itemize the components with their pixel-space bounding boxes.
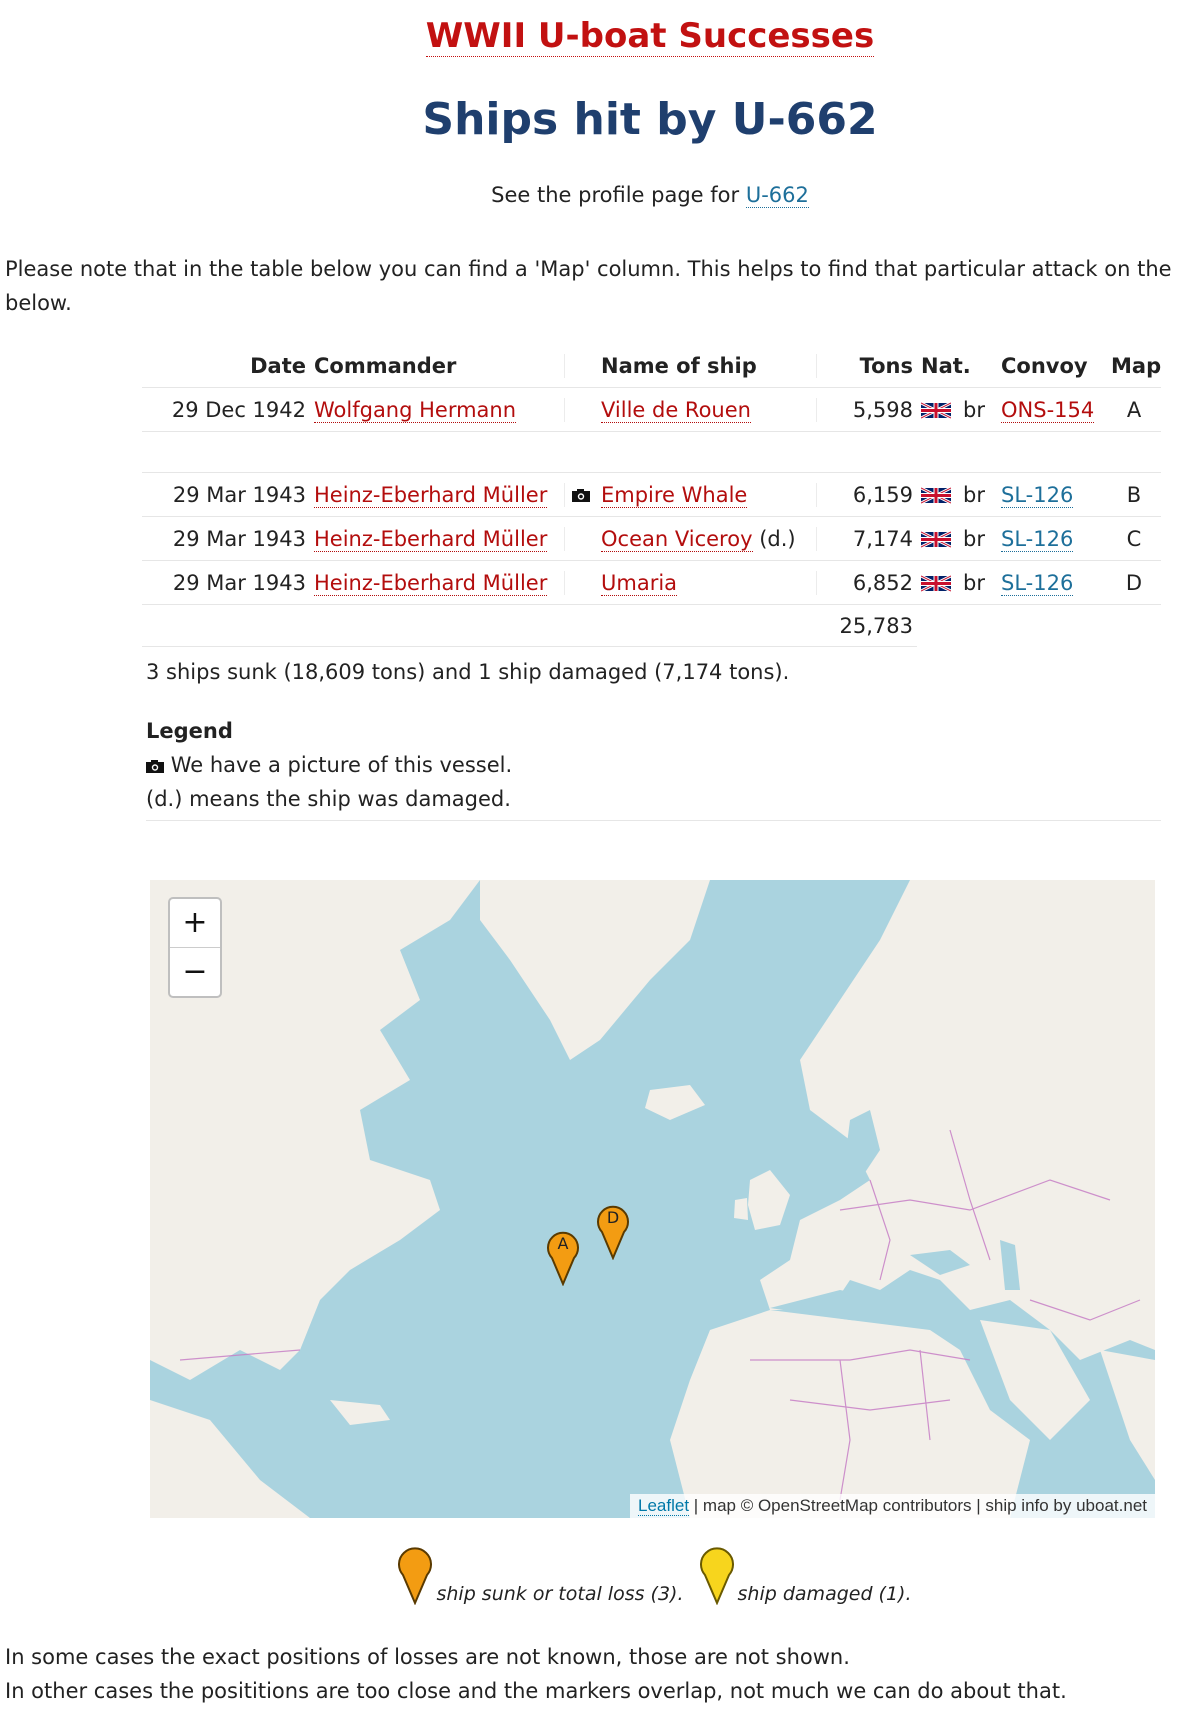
summary-text: 3 ships sunk (18,609 tons) and 1 ship da… — [146, 660, 790, 684]
col-commander: Commander — [310, 353, 565, 378]
row-date: 29 Dec 1942 — [171, 397, 306, 422]
table-row: 29 Mar 1943 Heinz-Eberhard Müller Ocean … — [142, 517, 1161, 561]
footer-line-2: In other cases the posititions are too c… — [5, 1679, 1067, 1703]
map-letter: B — [1126, 482, 1142, 507]
nationality: br — [963, 526, 985, 551]
row-tons: 7,174 — [852, 526, 913, 551]
convoy-link[interactable]: SL-126 — [1001, 482, 1074, 508]
leaflet-link[interactable]: Leaflet — [638, 1496, 690, 1516]
col-ship: Name of ship — [597, 353, 817, 378]
nationality: br — [963, 397, 985, 422]
table-row: 29 Mar 1943 Heinz-Eberhard Müller Empire… — [142, 473, 1161, 517]
row-tons: 5,598 — [852, 397, 913, 422]
damaged-marker-icon — [699, 1547, 734, 1605]
convoy-link[interactable]: SL-126 — [1001, 526, 1074, 552]
col-map: Map — [1111, 353, 1162, 378]
col-date: Date — [250, 353, 306, 378]
map[interactable]: + − A D Leaflet | map © OpenStreetMap co… — [150, 880, 1155, 1518]
table-spacer — [142, 432, 1161, 473]
col-tons: Tons — [859, 353, 913, 378]
commander-link[interactable]: Heinz-Eberhard Müller — [314, 570, 548, 596]
map-attribution: Leaflet | map © OpenStreetMap contributo… — [630, 1494, 1155, 1518]
ship-link[interactable]: Umaria — [601, 570, 678, 596]
map-legend: ship sunk or total loss (3). ship damage… — [0, 1545, 1202, 1605]
row-date: 29 Mar 1943 — [172, 482, 306, 507]
attribution-text: | map © OpenStreetMap contributors | shi… — [693, 1496, 1147, 1515]
table-header-row: Date Commander Name of ship Tons Nat. Co… — [142, 344, 1161, 388]
legend-picture: We have a picture of this vessel. — [146, 748, 1161, 782]
row-date: 29 Mar 1943 — [172, 570, 306, 595]
footer-notes: In some cases the exact positions of los… — [5, 1640, 1067, 1708]
profile-prefix: See the profile page for — [491, 183, 740, 207]
ships-table: Date Commander Name of ship Tons Nat. Co… — [142, 344, 1161, 647]
marker-label: D — [607, 1208, 619, 1227]
nationality: br — [963, 482, 985, 507]
page-title: Ships hit by U-662 — [422, 94, 878, 145]
legend-damaged-text: (d.) means the ship was damaged. — [146, 787, 511, 811]
map-letter: D — [1125, 570, 1143, 595]
site-title: WWII U-boat Successes — [0, 16, 1202, 57]
map-letter: A — [1126, 397, 1142, 422]
row-date: 29 Mar 1943 — [172, 526, 306, 551]
camera-icon — [146, 759, 164, 773]
camera-icon — [572, 489, 590, 502]
zoom-control: + − — [168, 897, 222, 998]
row-tons: 6,852 — [852, 570, 913, 595]
ship-link[interactable]: Empire Whale — [601, 482, 748, 508]
total-row: 25,783 — [142, 605, 1161, 647]
legend-damaged-text: ship damaged (1). — [737, 1583, 912, 1605]
legend-sunk-text: ship sunk or total loss (3). — [436, 1583, 684, 1605]
legend: Legend We have a picture of this vessel.… — [146, 714, 1161, 821]
map-tiles — [150, 880, 1155, 1518]
ship-link[interactable]: Ocean Viceroy — [601, 526, 753, 552]
zoom-in-button[interactable]: + — [170, 899, 220, 947]
commander-link[interactable]: Wolfgang Hermann — [314, 397, 517, 423]
nationality: br — [963, 570, 985, 595]
map-marker-icon[interactable]: D — [597, 1202, 629, 1260]
table-row: 29 Dec 1942 Wolfgang Hermann Ville de Ro… — [142, 388, 1161, 432]
profile-line: See the profile page for U-662 — [0, 183, 1202, 208]
footer-line-1: In some cases the exact positions of los… — [5, 1645, 850, 1669]
uk-flag-icon — [921, 486, 951, 505]
site-title-link[interactable]: WWII U-boat Successes — [425, 16, 875, 57]
map-letter: C — [1126, 526, 1142, 551]
row-tons: 6,159 — [852, 482, 913, 507]
legend-picture-text: We have a picture of this vessel. — [170, 753, 513, 777]
table-row: 29 Mar 1943 Heinz-Eberhard Müller Umaria… — [142, 561, 1161, 605]
uk-flag-icon — [921, 530, 951, 549]
ship-link[interactable]: Ville de Rouen — [601, 397, 751, 423]
sunk-marker-icon — [398, 1547, 433, 1605]
commander-link[interactable]: Heinz-Eberhard Müller — [314, 482, 548, 508]
map-note: Please note that in the table below you … — [5, 257, 1172, 315]
zoom-out-button[interactable]: − — [170, 947, 220, 996]
total-tons: 25,783 — [142, 605, 917, 647]
col-convoy: Convoy — [1001, 353, 1088, 378]
damaged-mark: (d.) — [759, 526, 796, 551]
convoy-link[interactable]: SL-126 — [1001, 570, 1074, 596]
convoy-link[interactable]: ONS-154 — [1001, 397, 1095, 423]
uk-flag-icon — [921, 574, 951, 593]
uk-flag-icon — [921, 401, 951, 420]
col-nat: Nat. — [921, 353, 971, 378]
map-marker-icon[interactable]: A — [547, 1228, 579, 1286]
profile-link[interactable]: U-662 — [745, 183, 809, 208]
marker-label: A — [558, 1234, 569, 1253]
commander-link[interactable]: Heinz-Eberhard Müller — [314, 526, 548, 552]
legend-title: Legend — [146, 719, 233, 743]
